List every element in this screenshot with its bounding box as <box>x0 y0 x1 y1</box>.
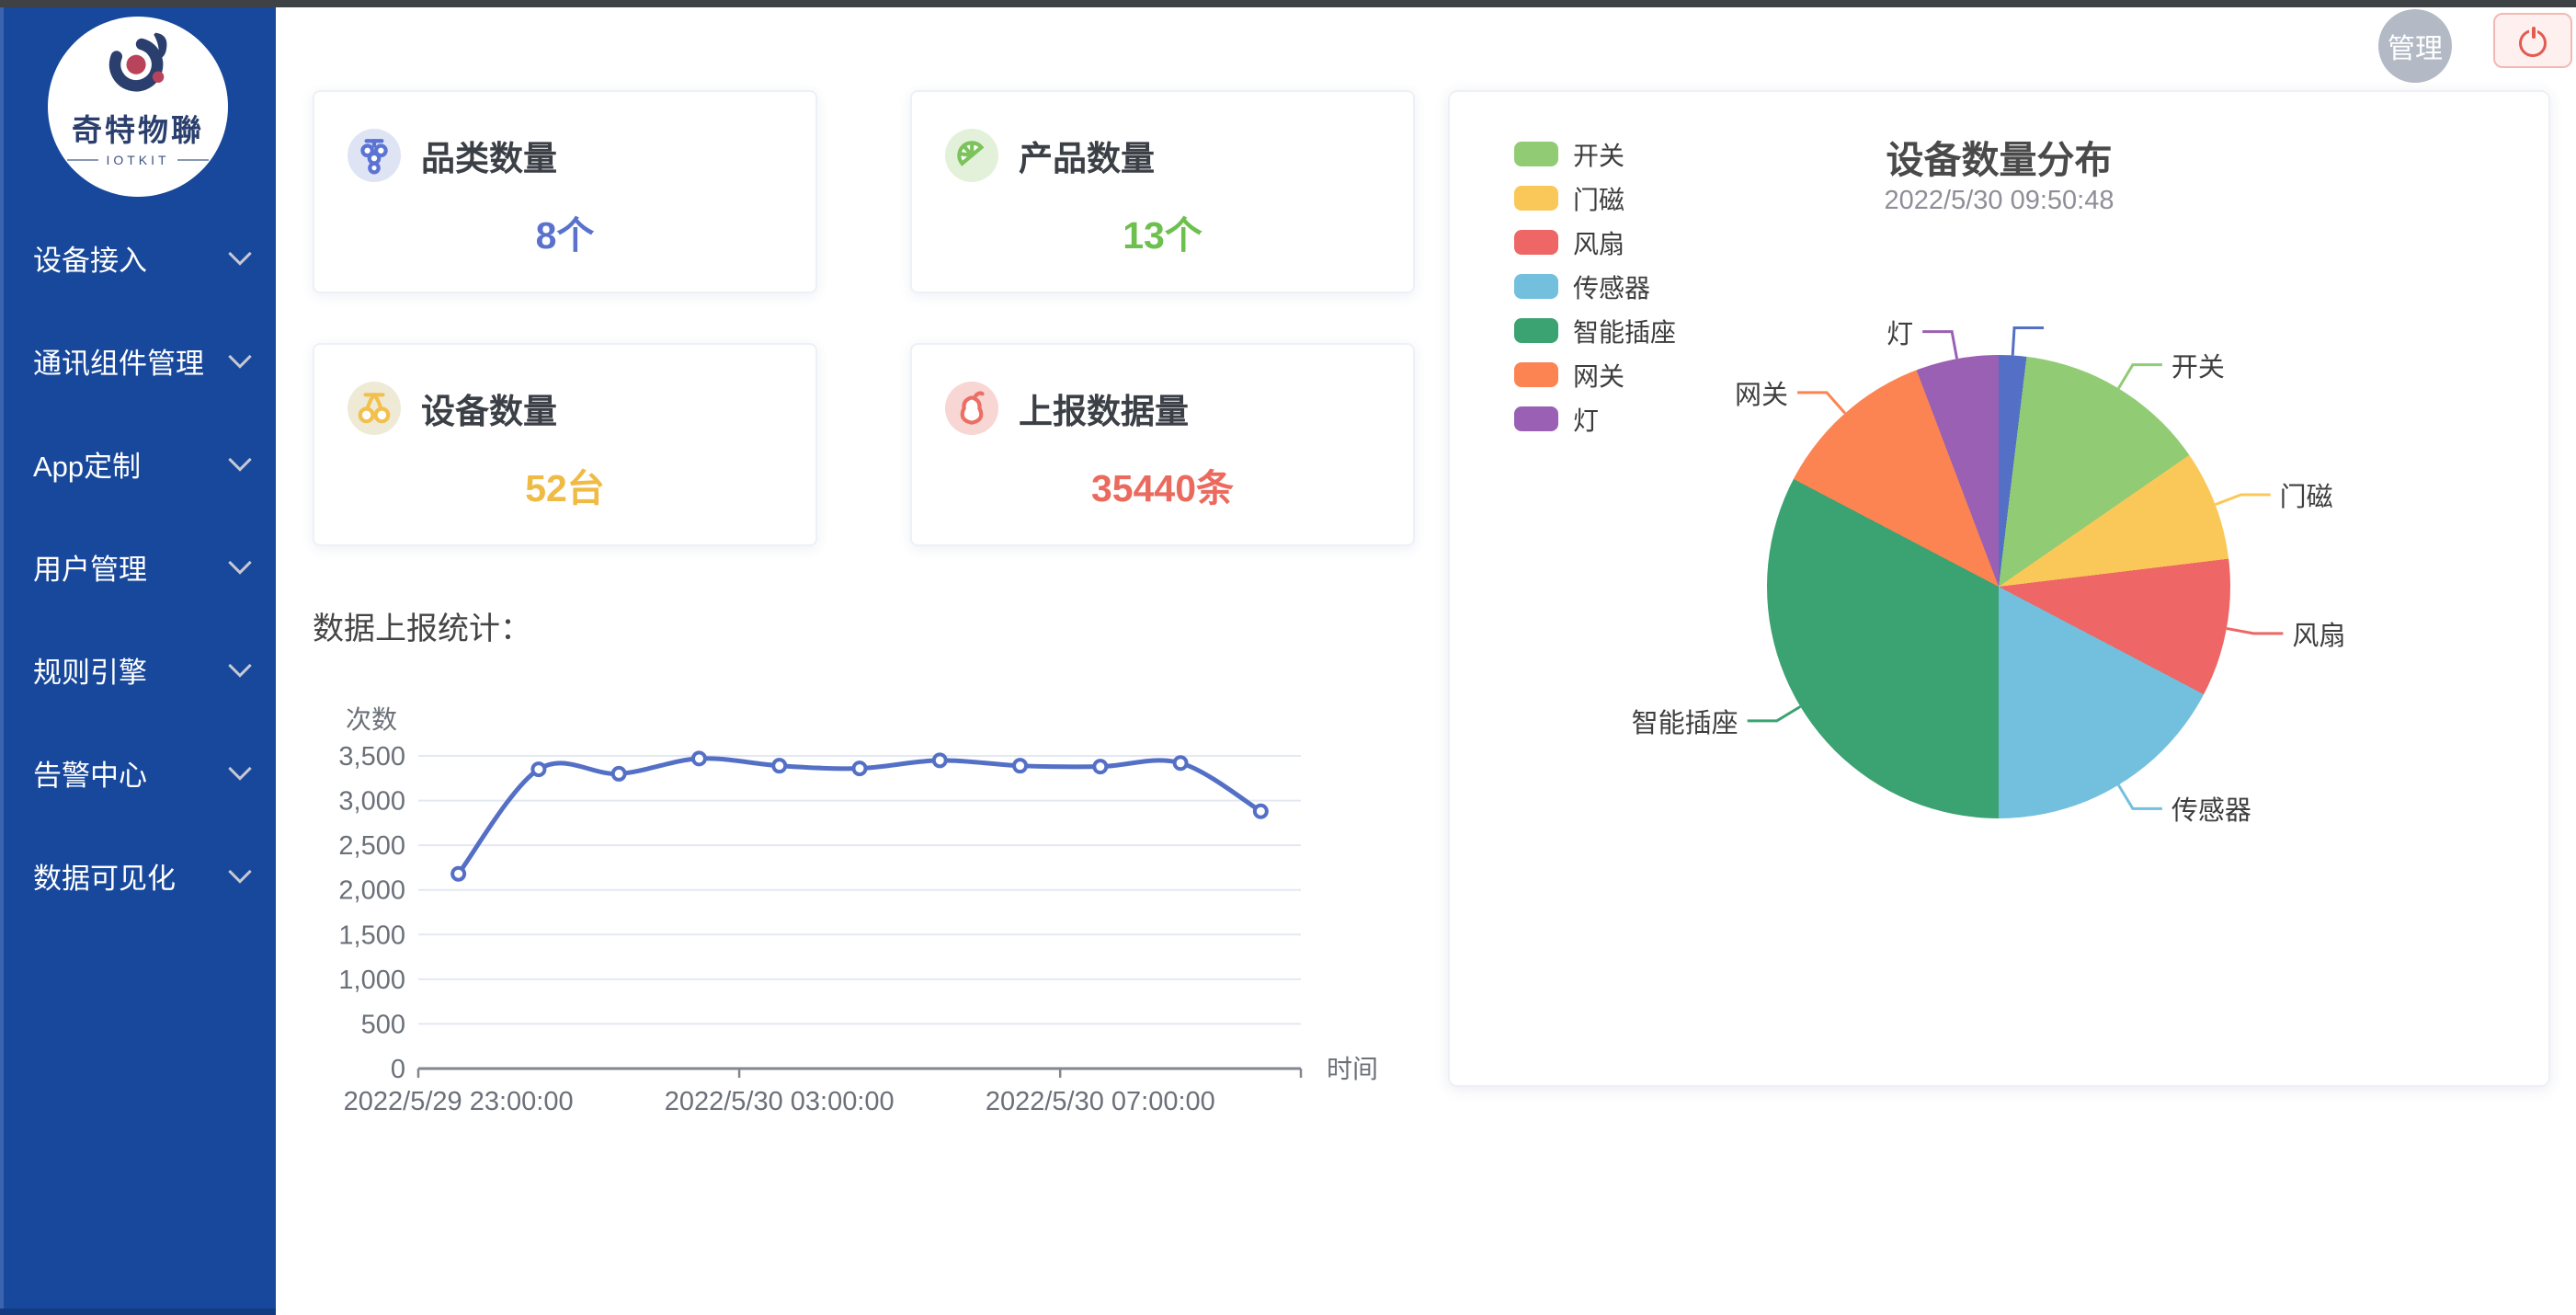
cherry-icon <box>348 382 401 435</box>
pie-slice-label: 门磁 <box>2280 475 2333 514</box>
sidebar: 奇特物聯 IOTKIT 设备接入 通讯组件管理 App定制 用户管理 规则引擎 … <box>0 0 276 1315</box>
pie-slice-label: 风扇 <box>2292 614 2345 653</box>
sidebar-item-label: App定制 <box>33 443 141 485</box>
stat-card-device-count: 设备数量 52台 <box>313 343 817 546</box>
pie-slice-label: 开关 <box>2171 346 2225 384</box>
card-value: 52台 <box>314 457 815 512</box>
sidebar-item-comm-components[interactable]: 通讯组件管理 <box>33 338 248 383</box>
sidebar-item-device-access[interactable]: 设备接入 <box>33 235 248 280</box>
logout-power-button[interactable] <box>2493 13 2572 68</box>
grapes-icon <box>348 129 401 182</box>
pie-slice-label: 传感器 <box>2171 789 2251 828</box>
sidebar-item-label: 告警中心 <box>33 752 147 794</box>
legend-item[interactable]: 智能插座 <box>1514 316 1676 345</box>
legend-item[interactable]: 门磁 <box>1514 184 1676 212</box>
sidebar-item-alert-center[interactable]: 告警中心 <box>33 750 248 795</box>
legend-label: 网关 <box>1573 357 1624 394</box>
chevron-down-icon <box>228 242 251 265</box>
legend-label: 门磁 <box>1573 180 1624 217</box>
svg-text:2,000: 2,000 <box>338 876 405 906</box>
device-distribution-pie[interactable] <box>1767 355 2230 818</box>
svg-text:2022/5/29 23:00:00: 2022/5/29 23:00:00 <box>344 1087 574 1116</box>
legend-swatch <box>1514 186 1558 211</box>
card-value: 13个 <box>912 204 1413 259</box>
svg-text:1,000: 1,000 <box>338 966 405 995</box>
legend-swatch <box>1514 274 1558 299</box>
sidebar-item-label: 用户管理 <box>33 546 147 588</box>
card-value: 8个 <box>314 204 815 259</box>
sidebar-scroll-track <box>0 0 4 1315</box>
pie-legend: 开关门磁风扇传感器智能插座网关灯 <box>1514 140 1676 433</box>
svg-text:3,000: 3,000 <box>338 787 405 817</box>
svg-text:2022/5/30 03:00:00: 2022/5/30 03:00:00 <box>665 1087 895 1116</box>
legend-item[interactable]: 风扇 <box>1514 228 1676 257</box>
sidebar-item-app-custom[interactable]: App定制 <box>33 441 248 486</box>
legend-label: 智能插座 <box>1573 313 1676 349</box>
chevron-down-icon <box>228 448 251 471</box>
chevron-down-icon <box>228 757 251 780</box>
legend-swatch <box>1514 318 1558 343</box>
legend-label: 灯 <box>1573 401 1599 438</box>
report-stats-line-chart: 0 500 1,000 1,500 2,000 2,500 3,000 3,500 2022/5… <box>276 644 1379 1140</box>
legend-item[interactable]: 传感器 <box>1514 272 1676 301</box>
legend-label: 开关 <box>1573 136 1624 173</box>
power-icon <box>2519 27 2547 54</box>
window-top-strip <box>0 0 2576 7</box>
sidebar-item-label: 规则引擎 <box>33 649 147 691</box>
legend-label: 传感器 <box>1573 269 1650 305</box>
pie-slice-label: 智能插座 <box>1632 702 1738 740</box>
chevron-down-icon <box>228 654 251 677</box>
card-title: 产品数量 <box>1019 131 1155 180</box>
avatar[interactable]: 管理 <box>2378 9 2452 83</box>
device-distribution-panel: 设备数量分布 2022/5/30 09:50:48 开关门磁风扇传感器智能插座网… <box>1448 90 2550 1087</box>
sidebar-item-label: 数据可见化 <box>33 855 176 897</box>
pear-icon <box>945 382 998 435</box>
legend-swatch <box>1514 230 1558 255</box>
stat-card-product-count: 产品数量 13个 <box>910 90 1415 293</box>
legend-swatch <box>1514 406 1558 431</box>
chevron-down-icon <box>228 551 251 574</box>
legend-item[interactable]: 网关 <box>1514 360 1676 389</box>
legend-item[interactable]: 开关 <box>1514 140 1676 168</box>
svg-text:2022/5/30 07:00:00: 2022/5/30 07:00:00 <box>986 1087 1215 1116</box>
legend-item[interactable]: 灯 <box>1514 405 1676 433</box>
line-chart-section-title: 数据上报统计： <box>313 603 531 648</box>
svg-text:时间: 时间 <box>1327 1055 1378 1083</box>
legend-label: 风扇 <box>1573 224 1624 261</box>
brand-logo-icon <box>94 26 182 114</box>
pie-slice-label: 灯 <box>1886 313 1913 351</box>
legend-swatch <box>1514 142 1558 166</box>
card-title: 设备数量 <box>421 383 557 433</box>
brand-logo: 奇特物聯 IOTKIT <box>48 17 228 197</box>
sidebar-item-label: 设备接入 <box>33 237 147 279</box>
pie-slice-label: 网关 <box>1735 373 1788 412</box>
chevron-down-icon <box>228 345 251 368</box>
sidebar-item-user-mgmt[interactable]: 用户管理 <box>33 544 248 589</box>
chevron-down-icon <box>228 860 251 883</box>
card-value: 35440条 <box>912 457 1413 512</box>
stat-card-report-count: 上报数据量 35440条 <box>910 343 1415 546</box>
svg-text:500: 500 <box>361 1010 405 1039</box>
sidebar-item-data-visualization[interactable]: 数据可见化 <box>33 853 248 898</box>
stat-card-category-count: 品类数量 8个 <box>313 90 817 293</box>
card-title: 上报数据量 <box>1019 383 1189 433</box>
lime-icon <box>945 129 998 182</box>
svg-text:次数: 次数 <box>346 705 397 734</box>
svg-text:0: 0 <box>391 1055 405 1084</box>
sidebar-item-label: 通讯组件管理 <box>33 340 204 382</box>
svg-text:3,500: 3,500 <box>338 742 405 772</box>
card-title: 品类数量 <box>421 131 557 180</box>
svg-text:2,500: 2,500 <box>338 831 405 861</box>
brand-name-cn: 奇特物聯 <box>72 114 204 147</box>
legend-swatch <box>1514 362 1558 387</box>
svg-text:1,500: 1,500 <box>338 920 405 950</box>
sidebar-item-rule-engine[interactable]: 规则引擎 <box>33 647 248 692</box>
brand-name-en: IOTKIT <box>67 153 208 167</box>
sidebar-bottom-strip <box>0 1309 276 1315</box>
